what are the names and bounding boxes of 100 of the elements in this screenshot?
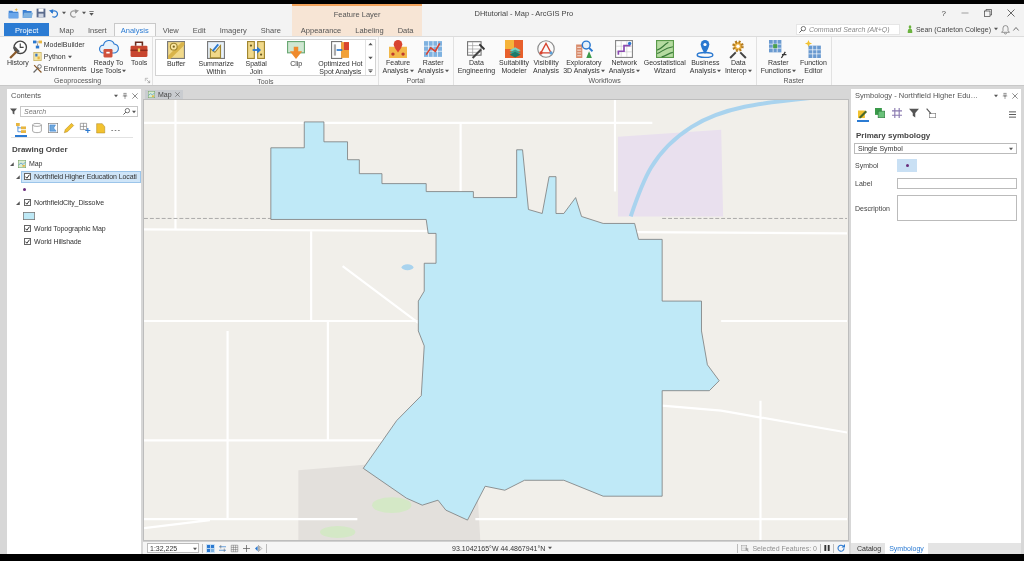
symbol-button[interactable] bbox=[897, 159, 917, 172]
chevron-up-icon[interactable] bbox=[1013, 26, 1019, 32]
caret-down-icon bbox=[1009, 146, 1013, 151]
summarize-map-icon bbox=[207, 41, 226, 59]
grid-view-icon bbox=[207, 544, 214, 552]
caret-down-icon bbox=[716, 69, 721, 74]
snap-grid-icon bbox=[80, 123, 90, 133]
flip-arrows-icon bbox=[255, 544, 262, 552]
map-tool-button[interactable] bbox=[242, 543, 251, 553]
brush-frame-icon bbox=[926, 108, 936, 118]
pause-icon[interactable] bbox=[824, 545, 830, 551]
flow-chart-icon bbox=[32, 40, 42, 49]
caret-down-icon bbox=[122, 69, 127, 74]
clip-icon bbox=[287, 41, 306, 59]
description-input[interactable] bbox=[897, 195, 1017, 221]
help-button[interactable]: ? bbox=[941, 8, 946, 18]
open-folder-icon[interactable] bbox=[22, 7, 33, 19]
network-route-icon bbox=[615, 40, 634, 58]
layer-checkbox[interactable] bbox=[24, 238, 31, 245]
caret-down-icon bbox=[444, 69, 449, 74]
hash-grid-icon bbox=[892, 108, 902, 118]
caret-down-icon[interactable] bbox=[548, 546, 553, 550]
caret-down-icon bbox=[792, 69, 797, 74]
search-icon bbox=[123, 108, 130, 115]
layer-checkbox[interactable] bbox=[24, 225, 31, 232]
layer-checkbox[interactable] bbox=[24, 199, 31, 206]
caret-down-icon bbox=[635, 69, 640, 74]
database-icon bbox=[32, 123, 42, 133]
filter-icon bbox=[909, 108, 919, 118]
caret-down-icon bbox=[600, 69, 605, 74]
view-tab[interactable] bbox=[15, 122, 27, 137]
buffer-map-icon bbox=[167, 41, 186, 59]
map-tool-button[interactable] bbox=[218, 543, 227, 553]
check-icon bbox=[25, 226, 30, 231]
python-page-icon bbox=[32, 52, 42, 61]
scroll-up-icon[interactable] bbox=[367, 42, 373, 46]
map-icon bbox=[18, 159, 26, 168]
caret-down-icon[interactable] bbox=[994, 93, 998, 98]
filter-icon[interactable] bbox=[10, 108, 17, 115]
cloud-toolbox-icon bbox=[99, 40, 118, 58]
caret-down-icon[interactable] bbox=[994, 27, 998, 31]
close-icon[interactable] bbox=[132, 92, 138, 99]
close-icon[interactable] bbox=[1007, 9, 1015, 17]
caret-down-icon bbox=[409, 69, 414, 74]
contour-map-icon bbox=[655, 40, 674, 58]
gallery-expand-icon[interactable] bbox=[367, 69, 373, 73]
caret-down-icon bbox=[193, 546, 197, 551]
scroll-down-icon[interactable] bbox=[367, 55, 373, 60]
pencil-paper-icon bbox=[858, 108, 868, 118]
pin-icon[interactable] bbox=[1002, 92, 1008, 99]
location-pin-icon bbox=[696, 40, 715, 58]
dialog-launcher-icon[interactable] bbox=[145, 78, 151, 83]
expanded-triangle-icon[interactable] bbox=[10, 161, 14, 166]
caret-down-icon[interactable] bbox=[62, 11, 66, 15]
raster-grid-icon bbox=[769, 40, 788, 58]
close-icon[interactable] bbox=[1012, 92, 1018, 99]
label-input[interactable] bbox=[897, 178, 1017, 189]
spatial-join-icon bbox=[247, 41, 266, 59]
table-hammer-icon bbox=[467, 40, 486, 58]
layered-squares-icon bbox=[875, 108, 885, 118]
point-symbol-icon bbox=[905, 164, 909, 167]
toolbox-icon bbox=[130, 40, 149, 58]
more-icon[interactable] bbox=[111, 129, 120, 132]
map-pin-icon bbox=[389, 40, 408, 58]
layer-list-icon bbox=[16, 123, 26, 133]
map-tool-button[interactable] bbox=[206, 543, 215, 553]
primary-symbology-heading: Primary symbology bbox=[856, 131, 931, 140]
map-tool-button[interactable] bbox=[230, 543, 239, 553]
search-icon bbox=[798, 25, 806, 33]
caret-down-icon bbox=[132, 109, 136, 114]
split-lines-icon bbox=[219, 544, 226, 552]
save-icon[interactable] bbox=[36, 8, 46, 18]
selection-table-icon bbox=[741, 544, 750, 552]
check-icon bbox=[25, 200, 30, 205]
tools-icon bbox=[32, 64, 42, 73]
undo-icon[interactable] bbox=[49, 8, 59, 18]
expanded-triangle-icon[interactable] bbox=[16, 174, 20, 179]
clock-hammer-icon bbox=[8, 40, 27, 58]
caret-down-icon[interactable] bbox=[82, 11, 86, 15]
table-grid-icon bbox=[231, 544, 238, 552]
restore-icon[interactable] bbox=[984, 9, 992, 17]
check-icon bbox=[25, 174, 30, 179]
pin-icon[interactable] bbox=[122, 92, 128, 99]
grid-sparkle-icon bbox=[804, 40, 823, 58]
expanded-triangle-icon[interactable] bbox=[16, 200, 20, 205]
gear-tools-icon bbox=[729, 40, 748, 58]
selection-map-icon bbox=[48, 123, 58, 133]
customize-caret-icon[interactable] bbox=[89, 10, 94, 16]
folder-sparkle-icon[interactable] bbox=[8, 7, 19, 19]
refresh-icon[interactable] bbox=[837, 544, 845, 552]
page-icon bbox=[96, 123, 106, 133]
layer-stack-icon bbox=[505, 40, 524, 58]
layer-checkbox[interactable] bbox=[24, 173, 31, 180]
crosshair-icon bbox=[243, 544, 250, 552]
map-tool-button[interactable] bbox=[254, 543, 263, 553]
close-icon[interactable] bbox=[174, 92, 180, 97]
menu-icon[interactable] bbox=[1009, 111, 1016, 118]
caret-down-icon bbox=[67, 54, 72, 59]
check-icon bbox=[25, 239, 30, 244]
caret-down-icon[interactable] bbox=[114, 93, 118, 98]
